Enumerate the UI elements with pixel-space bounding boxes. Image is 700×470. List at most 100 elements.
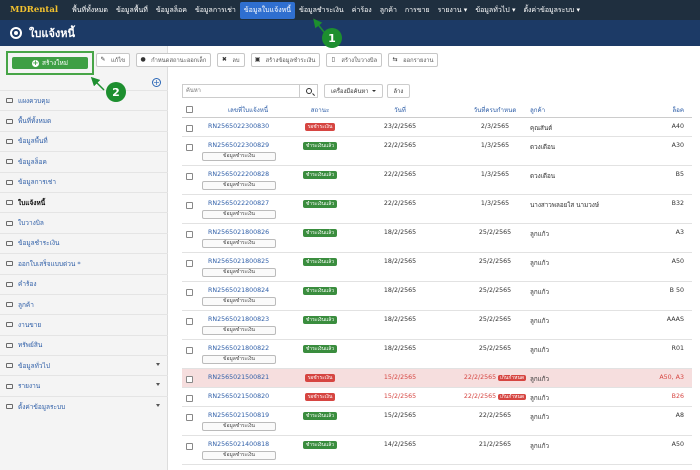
nav-item[interactable]: ข้อมูลทั่วไป ▾ bbox=[471, 2, 519, 19]
payment-info-button[interactable]: ข้อมูลชำระเงิน bbox=[202, 268, 276, 277]
payment-info-button[interactable]: ข้อมูลชำระเงิน bbox=[202, 297, 276, 306]
column-date[interactable]: วันที่ bbox=[378, 105, 422, 115]
sidebar-item[interactable]: ออกใบเสร็จแบบด่วน * bbox=[0, 253, 168, 273]
delete-button[interactable]: ✖ ลบ bbox=[217, 53, 245, 67]
sidebar-item[interactable]: งานขาย bbox=[0, 314, 168, 334]
set-status-label: กำหนดสถานะออกเล็ก bbox=[151, 58, 207, 64]
nav-item[interactable]: ข้อมูลพื้นที่ bbox=[112, 2, 152, 19]
row-checkbox[interactable] bbox=[186, 347, 193, 354]
table-row[interactable]: RN2565021500819 ชำระเงินแล้ว 15/2/2565 22/2… bbox=[182, 407, 692, 436]
sidebar-item[interactable]: ข้อมูลการเช่า bbox=[0, 171, 168, 192]
sidebar-item[interactable]: ตั้งค่าข้อมูลระบบ bbox=[0, 395, 168, 416]
edit-button[interactable]: ✎ แก้ไข bbox=[96, 53, 131, 67]
table-row[interactable]: RN2565021400818 ชำระเงินแล้ว 14/2/2565 21/2… bbox=[182, 436, 692, 465]
create-new-button[interactable]: + สร้างใหม่ bbox=[12, 57, 88, 69]
nav-item[interactable]: รายงาน ▾ bbox=[434, 2, 472, 19]
nav-item[interactable]: ข้อมูลการเช่า bbox=[191, 2, 240, 19]
row-checkbox[interactable] bbox=[186, 318, 193, 325]
row-checkbox[interactable] bbox=[186, 173, 193, 180]
nav-item[interactable]: ข้อมูลล็อค bbox=[152, 2, 191, 19]
create-payment-button[interactable]: ▣ สร้างข้อมูลชำระเงิน bbox=[250, 53, 321, 67]
row-checkbox[interactable] bbox=[186, 260, 193, 267]
sidebar-item[interactable]: แผงควบคุม bbox=[0, 90, 168, 110]
row-checkbox[interactable] bbox=[186, 231, 193, 238]
select-all-checkbox[interactable] bbox=[186, 106, 193, 113]
column-invoice[interactable]: เลขที่ใบแจ้งหนี้ bbox=[208, 105, 288, 115]
invoice-number-link[interactable]: RN2565021800823 bbox=[208, 316, 288, 323]
brand-logo[interactable]: MDRental bbox=[10, 5, 58, 15]
sidebar-item[interactable]: ข้อมูลทั่วไป bbox=[0, 355, 168, 375]
invoice-number-link[interactable]: RN2565022300830 bbox=[208, 123, 288, 130]
row-checkbox[interactable] bbox=[186, 443, 193, 450]
table-row[interactable]: RN2565022300829 ชำระเงินแล้ว 22/2/2565 1/3/… bbox=[182, 137, 692, 166]
payment-info-button[interactable]: ข้อมูลชำระเงิน bbox=[202, 451, 276, 460]
row-checkbox[interactable] bbox=[186, 414, 193, 421]
search-button[interactable] bbox=[300, 84, 318, 98]
payment-info-button[interactable]: ข้อมูลชำระเงิน bbox=[202, 152, 276, 161]
column-lock[interactable]: ล็อค bbox=[652, 105, 684, 115]
sidebar-item[interactable]: รายงาน bbox=[0, 375, 168, 395]
payment-info-button[interactable]: ข้อมูลชำระเงิน bbox=[202, 422, 276, 431]
due-date-cell: 25/2/2565 bbox=[450, 345, 540, 352]
annotation-number-1: 1 bbox=[328, 31, 336, 45]
sidebar-item[interactable]: ลูกค้า bbox=[0, 293, 168, 314]
invoice-number-link[interactable]: RN2565021800826 bbox=[208, 229, 288, 236]
row-checkbox[interactable] bbox=[186, 395, 193, 402]
invoice-number-link[interactable]: RN2565022200827 bbox=[208, 200, 288, 207]
payment-info-button[interactable]: ข้อมูลชำระเงิน bbox=[202, 355, 276, 364]
payment-info-button[interactable]: ข้อมูลชำระเงิน bbox=[202, 326, 276, 335]
search-input[interactable] bbox=[182, 84, 300, 98]
nav-item[interactable]: ตั้งค่าข้อมูลระบบ ▾ bbox=[519, 2, 584, 19]
invoice-number-link[interactable]: RN2565021500820 bbox=[208, 393, 288, 400]
table-row[interactable]: RN2565021500821 รอชำระเงิน 15/2/2565 22/2/2… bbox=[182, 369, 692, 388]
column-customer[interactable]: ลูกค้า bbox=[530, 105, 640, 115]
invoice-number-link[interactable]: RN2565021800824 bbox=[208, 287, 288, 294]
nav-item[interactable]: พื้นที่ทั้งหมด bbox=[68, 2, 112, 19]
invoice-number-link[interactable]: RN2565022300829 bbox=[208, 142, 288, 149]
search-tools-dropdown[interactable]: เครื่องมือค้นหา bbox=[324, 84, 383, 98]
sidebar-item[interactable]: คำร้อง bbox=[0, 273, 168, 294]
row-checkbox[interactable] bbox=[186, 289, 193, 296]
nav-item[interactable]: การขาย bbox=[401, 2, 434, 19]
payment-info-button[interactable]: ข้อมูลชำระเงิน bbox=[202, 181, 276, 190]
invoice-number-link[interactable]: RN2565021500821 bbox=[208, 374, 288, 381]
invoice-number-link[interactable]: RN2565022200828 bbox=[208, 171, 288, 178]
create-receipt-button[interactable]: ▯ สร้างใบวางบิล bbox=[326, 53, 383, 67]
add-circle-icon[interactable]: + bbox=[152, 78, 161, 87]
export-button[interactable]: ⇆ ออกรายงาน bbox=[388, 53, 439, 67]
nav-item[interactable]: ลูกค้า bbox=[376, 2, 401, 19]
sidebar-item[interactable]: ข้อมูลพื้นที่ bbox=[0, 130, 168, 151]
column-status[interactable]: สถานะ bbox=[300, 105, 340, 115]
row-checkbox[interactable] bbox=[186, 125, 193, 132]
sidebar-item[interactable]: พื้นที่ทั้งหมด bbox=[0, 110, 168, 130]
table-row[interactable]: RN2565021800825 ชำระเงินแล้ว 18/2/2565 25/2… bbox=[182, 253, 692, 282]
table-row[interactable]: RN2565022300830 รอชำระเงิน 23/2/2565 2/3/25… bbox=[182, 118, 692, 137]
payment-info-button[interactable]: ข้อมูลชำระเงิน bbox=[202, 210, 276, 219]
table-row[interactable]: RN2565021800824 ชำระเงินแล้ว 18/2/2565 25/2… bbox=[182, 282, 692, 311]
sidebar-item[interactable]: ข้อมูลล็อค bbox=[0, 151, 168, 171]
sidebar-item[interactable]: ใบแจ้งหนี้ bbox=[0, 191, 168, 212]
table-row[interactable]: RN2565021500820 รอชำระเงิน 15/2/2565 22/2/2… bbox=[182, 388, 692, 407]
table-row[interactable]: RN2565021800826 ชำระเงินแล้ว 18/2/2565 25/2… bbox=[182, 224, 692, 253]
nav-item[interactable]: ค่าร้อง bbox=[348, 2, 376, 19]
invoice-number-link[interactable]: RN2565021800822 bbox=[208, 345, 288, 352]
sidebar-item[interactable]: ใบวางบิล bbox=[0, 212, 168, 232]
table-row[interactable]: RN2565022200828 ชำระเงินแล้ว 22/2/2565 1/3/… bbox=[182, 166, 692, 195]
payment-info-button[interactable]: ข้อมูลชำระเงิน bbox=[202, 239, 276, 248]
table-row[interactable]: RN2565021800822 ชำระเงินแล้ว 18/2/2565 25/2… bbox=[182, 340, 692, 369]
table-row[interactable]: RN2565021800823 ชำระเงินแล้ว 18/2/2565 25/2… bbox=[182, 311, 692, 340]
row-checkbox[interactable] bbox=[186, 202, 193, 209]
row-checkbox[interactable] bbox=[186, 144, 193, 151]
sidebar-item[interactable]: ทรัพย์สิน bbox=[0, 334, 168, 355]
invoice-number-link[interactable]: RN2565021400818 bbox=[208, 441, 288, 448]
table-row[interactable]: RN2565022200827 ชำระเงินแล้ว 22/2/2565 1/3/… bbox=[182, 195, 692, 224]
row-checkbox[interactable] bbox=[186, 376, 193, 383]
set-status-button[interactable]: ● กำหนดสถานะออกเล็ก bbox=[136, 53, 212, 67]
invoice-number-link[interactable]: RN2565021800825 bbox=[208, 258, 288, 265]
sidebar-item[interactable]: ข้อมูลชำระเงิน bbox=[0, 232, 168, 253]
nav-item[interactable]: ข้อมูลใบแจ้งหนี้ bbox=[239, 1, 296, 19]
nav-item[interactable]: ข้อมูลชำระเงิน bbox=[295, 2, 348, 19]
clear-button[interactable]: ล้าง bbox=[386, 84, 411, 98]
invoice-number-link[interactable]: RN2565021500819 bbox=[208, 412, 288, 419]
column-due-date[interactable]: วันที่ครบกำหนด bbox=[450, 105, 540, 115]
